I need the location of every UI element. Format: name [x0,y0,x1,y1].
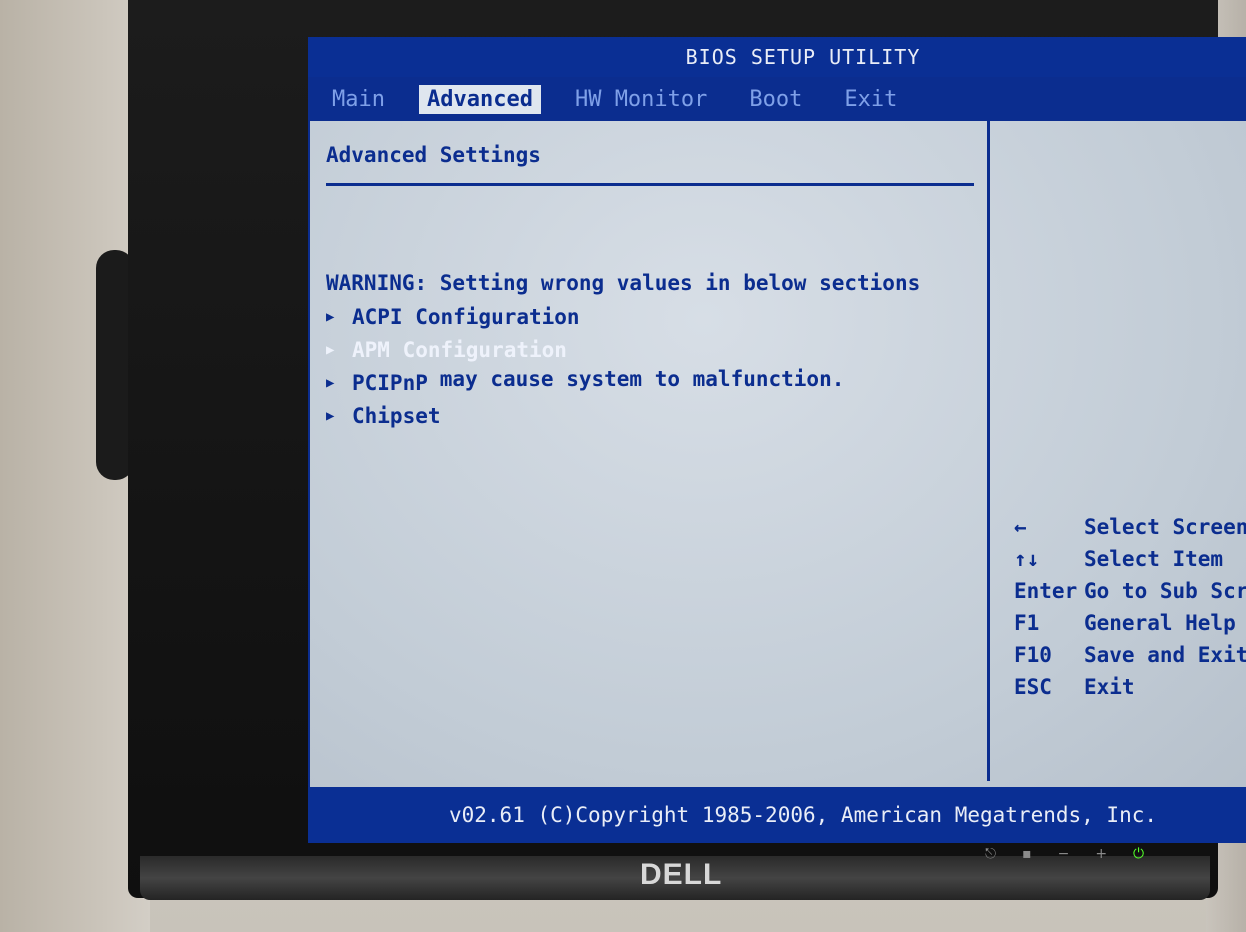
help-action: General Help [1084,611,1236,635]
bios-title-bar: BIOS SETUP UTILITY [308,37,1246,77]
submenu-item-acpi-configuration[interactable]: ▶ ACPI Configuration [326,301,580,334]
help-key: ← [1014,515,1027,539]
help-key: F10 [1014,643,1052,667]
monitor: BIOS SETUP UTILITY Main Advanced HW Moni… [128,0,1246,898]
tab-main[interactable]: Main [324,85,393,114]
submenu-item-pcipnp[interactable]: ▶ PCIPnP [326,367,580,400]
footer-bar: v02.61 (C)Copyright 1985-2006, American … [308,787,1246,843]
help-action: Select Screen [1084,515,1246,539]
section-divider [326,183,974,186]
help-key: Enter [1014,579,1078,603]
submenu-item-label: PCIPnP [352,371,428,395]
brand-logo: DELL [640,858,723,891]
help-row-select-screen: ← Select Screen [1014,511,1246,543]
submenu-item-label: APM Configuration [352,338,567,362]
help-action: Select Item [1084,547,1224,571]
power-icon[interactable]: ⏻ [1133,846,1144,862]
bios-setup-utility: BIOS SETUP UTILITY Main Advanced HW Moni… [308,37,1246,843]
photo-background: BIOS SETUP UTILITY Main Advanced HW Moni… [0,0,1246,932]
bios-title: BIOS SETUP UTILITY [685,45,921,69]
minus-icon[interactable]: − [1058,846,1070,862]
input-source-icon[interactable]: ⎋ [985,846,996,862]
plus-icon[interactable]: + [1095,846,1107,862]
help-panel: ← Select Screen ↑↓ Select Item Enter Go … [990,121,1246,781]
content-panel: Advanced Settings WARNING: Setting wrong… [308,121,990,781]
help-row-select-item: ↑↓ Select Item [1014,543,1246,575]
tab-boot[interactable]: Boot [741,85,810,114]
tab-advanced[interactable]: Advanced [418,84,541,114]
submenu-item-label: ACPI Configuration [352,305,580,329]
tab-hw-monitor[interactable]: HW Monitor [567,85,715,114]
help-action: Go to Sub Screen [1084,579,1246,603]
help-row-go-to-sub-screen: Enter Go to Sub Screen [1014,575,1246,607]
help-action: Exit [1084,675,1135,699]
menu-icon[interactable]: ▪ [1022,846,1032,862]
submenu-arrow-icon: ▶ [326,375,335,391]
submenu-arrow-icon: ▶ [326,408,335,424]
help-row-save-and-exit: F10 Save and Exit [1014,639,1246,671]
section-title: Advanced Settings [326,143,541,167]
screen: BIOS SETUP UTILITY Main Advanced HW Moni… [308,37,1246,843]
help-key: ESC [1014,675,1052,699]
submenu-arrow-icon: ▶ [326,342,335,358]
warning-line-1: WARNING: Setting wrong values in below s… [326,271,921,295]
help-action: Save and Exit [1084,643,1246,667]
tab-exit[interactable]: Exit [836,85,905,114]
help-key: F1 [1014,611,1040,635]
footer-copyright: v02.61 (C)Copyright 1985-2006, American … [448,803,1157,827]
help-row-exit: ESC Exit [1014,671,1246,703]
submenu-list: ▶ ACPI Configuration ▶ APM Configuration… [326,301,580,433]
help-row-general-help: F1 General Help [1014,607,1246,639]
submenu-arrow-icon: ▶ [326,309,335,325]
submenu-item-apm-configuration[interactable]: ▶ APM Configuration [326,334,580,367]
submenu-item-label: Chipset [352,404,441,428]
help-key: ↑↓ [1014,547,1040,571]
help-key-list: ← Select Screen ↑↓ Select Item Enter Go … [1014,511,1246,703]
monitor-buttons: ⎋ ▪ − + ⏻ [985,846,1144,862]
submenu-item-chipset[interactable]: ▶ Chipset [326,400,580,433]
bios-menu-bar: Main Advanced HW Monitor Boot Exit [308,77,1246,121]
